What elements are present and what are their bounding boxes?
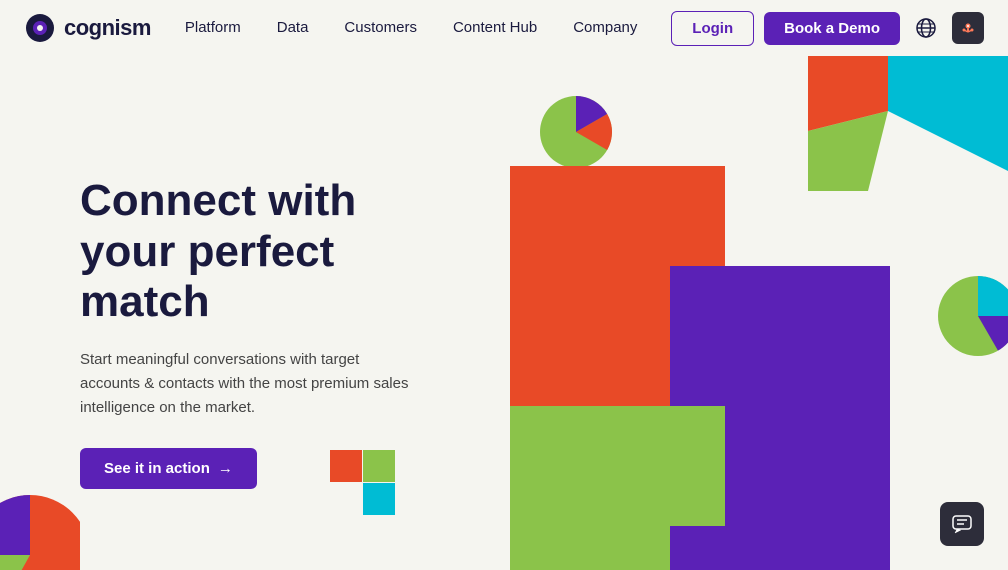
- nav-item-platform[interactable]: Platform: [185, 19, 241, 37]
- nav-link-data[interactable]: Data: [277, 19, 309, 36]
- nav-right: Login Book a Demo: [671, 11, 984, 46]
- logo[interactable]: cognism: [24, 12, 151, 44]
- pie-chart-small-top: [540, 96, 612, 168]
- nav-item-data[interactable]: Data: [277, 19, 309, 37]
- book-demo-button[interactable]: Book a Demo: [764, 12, 900, 45]
- language-icon[interactable]: [910, 12, 942, 44]
- hero-section: Connect with your perfect match Start me…: [80, 176, 460, 489]
- chat-widget[interactable]: [940, 502, 984, 546]
- nav-item-content-hub[interactable]: Content Hub: [453, 19, 537, 37]
- cta-arrow: →: [218, 460, 233, 477]
- nav-links: Platform Data Customers Content Hub Comp…: [185, 19, 638, 37]
- nav-item-company[interactable]: Company: [573, 19, 637, 37]
- geo-large: [470, 166, 930, 570]
- nav-link-company[interactable]: Company: [573, 19, 637, 36]
- nav-link-customers[interactable]: Customers: [344, 19, 417, 36]
- logo-icon: [24, 12, 56, 44]
- logo-text: cognism: [64, 15, 151, 41]
- nav-link-platform[interactable]: Platform: [185, 19, 241, 36]
- login-button[interactable]: Login: [671, 11, 754, 46]
- hero-subtitle: Start meaningful conversations with targ…: [80, 348, 420, 420]
- hero-title: Connect with your perfect match: [80, 176, 460, 328]
- nav-item-customers[interactable]: Customers: [344, 19, 417, 37]
- nav-link-content-hub[interactable]: Content Hub: [453, 19, 537, 36]
- corner-shapes-top-right: [808, 56, 1008, 191]
- hubspot-icon[interactable]: [952, 12, 984, 44]
- main-content: Connect with your perfect match Start me…: [0, 56, 1008, 570]
- cta-button[interactable]: See it in action →: [80, 448, 257, 489]
- navbar: cognism Platform Data Customers Content …: [0, 0, 1008, 56]
- circle-bottom-left: [0, 475, 80, 570]
- chat-icon: [951, 513, 973, 535]
- cta-label: See it in action: [104, 460, 210, 477]
- pie-chart-bottom-right: [938, 276, 1008, 356]
